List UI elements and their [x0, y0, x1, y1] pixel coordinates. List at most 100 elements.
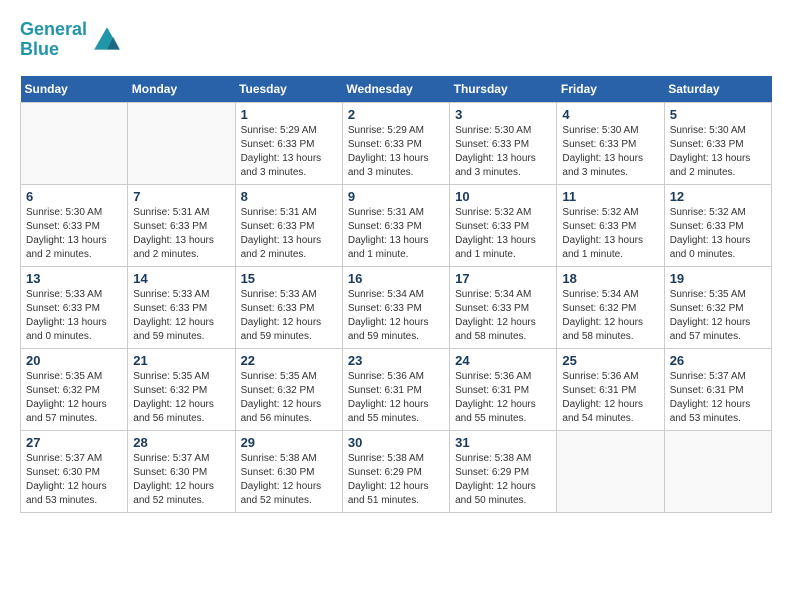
day-number: 6 — [26, 189, 122, 204]
calendar-cell — [21, 102, 128, 184]
calendar-cell: 29 Sunrise: 5:38 AMSunset: 6:30 PMDayligh… — [235, 430, 342, 512]
day-number: 17 — [455, 271, 551, 286]
weekday-row: SundayMondayTuesdayWednesdayThursdayFrid… — [21, 76, 772, 103]
day-number: 23 — [348, 353, 444, 368]
calendar-cell: 11 Sunrise: 5:32 AMSunset: 6:33 PMDayligh… — [557, 184, 664, 266]
day-info: Sunrise: 5:37 AMSunset: 6:30 PMDaylight:… — [133, 452, 229, 508]
day-number: 8 — [241, 189, 337, 204]
day-number: 7 — [133, 189, 229, 204]
calendar-body: 1 Sunrise: 5:29 AMSunset: 6:33 PMDaylight… — [21, 102, 772, 512]
day-info: Sunrise: 5:32 AMSunset: 6:33 PMDaylight:… — [562, 206, 658, 262]
day-number: 16 — [348, 271, 444, 286]
calendar-cell: 25Sunrise: 5:36 AMSunset: 6:31 PMDayligh… — [557, 348, 664, 430]
weekday-sunday: Sunday — [21, 76, 128, 103]
day-number: 11 — [562, 189, 658, 204]
weekday-wednesday: Wednesday — [342, 76, 449, 103]
weekday-tuesday: Tuesday — [235, 76, 342, 103]
calendar-cell — [664, 430, 771, 512]
logo-icon — [91, 24, 123, 56]
day-info: Sunrise: 5:37 AMSunset: 6:31 PMDaylight:… — [670, 370, 766, 426]
day-number: 24 — [455, 353, 551, 368]
day-number: 4 — [562, 107, 658, 122]
day-number: 1 — [241, 107, 337, 122]
day-number: 25 — [562, 353, 658, 368]
day-info: Sunrise: 5:30 AMSunset: 6:33 PMDaylight:… — [670, 124, 766, 180]
calendar-cell: 27Sunrise: 5:37 AMSunset: 6:30 PMDayligh… — [21, 430, 128, 512]
calendar-cell: 19Sunrise: 5:35 AMSunset: 6:32 PMDayligh… — [664, 266, 771, 348]
day-info: Sunrise: 5:31 AMSunset: 6:33 PMDaylight:… — [241, 206, 337, 262]
calendar-cell: 21 Sunrise: 5:35 AMSunset: 6:32 PMDayligh… — [128, 348, 235, 430]
page-header: General Blue — [20, 20, 772, 60]
day-info: Sunrise: 5:36 AMSunset: 6:31 PMDaylight:… — [455, 370, 551, 426]
calendar-cell: 31 Sunrise: 5:38 AMSunset: 6:29 PMDayligh… — [450, 430, 557, 512]
calendar-cell — [557, 430, 664, 512]
day-info: Sunrise: 5:30 AMSunset: 6:33 PMDaylight:… — [26, 206, 122, 262]
day-number: 15 — [241, 271, 337, 286]
calendar-cell: 4 Sunrise: 5:30 AMSunset: 6:33 PMDaylight… — [557, 102, 664, 184]
calendar-cell: 23Sunrise: 5:36 AMSunset: 6:31 PMDayligh… — [342, 348, 449, 430]
calendar-cell: 5 Sunrise: 5:30 AMSunset: 6:33 PMDaylight… — [664, 102, 771, 184]
calendar-cell: 20 Sunrise: 5:35 AMSunset: 6:32 PMDayligh… — [21, 348, 128, 430]
calendar-cell: 10 Sunrise: 5:32 AMSunset: 6:33 PMDayligh… — [450, 184, 557, 266]
day-info: Sunrise: 5:35 AMSunset: 6:32 PMDaylight:… — [670, 288, 766, 344]
calendar-cell: 17 Sunrise: 5:34 AMSunset: 6:33 PMDayligh… — [450, 266, 557, 348]
logo-text: General Blue — [20, 20, 87, 60]
calendar-cell: 2Sunrise: 5:29 AMSunset: 6:33 PMDaylight… — [342, 102, 449, 184]
logo-general: General — [20, 19, 87, 39]
calendar-table: SundayMondayTuesdayWednesdayThursdayFrid… — [20, 76, 772, 513]
day-info: Sunrise: 5:30 AMSunset: 6:33 PMDaylight:… — [562, 124, 658, 180]
day-number: 14 — [133, 271, 229, 286]
day-info: Sunrise: 5:38 AMSunset: 6:30 PMDaylight:… — [241, 452, 337, 508]
calendar-week-3: 20 Sunrise: 5:35 AMSunset: 6:32 PMDayligh… — [21, 348, 772, 430]
day-number: 30 — [348, 435, 444, 450]
calendar-week-2: 13 Sunrise: 5:33 AMSunset: 6:33 PMDayligh… — [21, 266, 772, 348]
calendar-header: SundayMondayTuesdayWednesdayThursdayFrid… — [21, 76, 772, 103]
day-info: Sunrise: 5:32 AMSunset: 6:33 PMDaylight:… — [455, 206, 551, 262]
calendar-cell — [128, 102, 235, 184]
calendar-cell: 30Sunrise: 5:38 AMSunset: 6:29 PMDayligh… — [342, 430, 449, 512]
calendar-cell: 26 Sunrise: 5:37 AMSunset: 6:31 PMDayligh… — [664, 348, 771, 430]
calendar-cell: 18 Sunrise: 5:34 AMSunset: 6:32 PMDayligh… — [557, 266, 664, 348]
day-number: 5 — [670, 107, 766, 122]
weekday-monday: Monday — [128, 76, 235, 103]
day-info: Sunrise: 5:34 AMSunset: 6:33 PMDaylight:… — [455, 288, 551, 344]
day-number: 13 — [26, 271, 122, 286]
calendar-cell: 22Sunrise: 5:35 AMSunset: 6:32 PMDayligh… — [235, 348, 342, 430]
day-info: Sunrise: 5:29 AMSunset: 6:33 PMDaylight:… — [241, 124, 337, 180]
calendar-cell: 1 Sunrise: 5:29 AMSunset: 6:33 PMDaylight… — [235, 102, 342, 184]
calendar-cell: 24 Sunrise: 5:36 AMSunset: 6:31 PMDayligh… — [450, 348, 557, 430]
day-info: Sunrise: 5:33 AMSunset: 6:33 PMDaylight:… — [26, 288, 122, 344]
calendar-cell: 8 Sunrise: 5:31 AMSunset: 6:33 PMDaylight… — [235, 184, 342, 266]
day-info: Sunrise: 5:31 AMSunset: 6:33 PMDaylight:… — [348, 206, 444, 262]
day-number: 29 — [241, 435, 337, 450]
day-number: 20 — [26, 353, 122, 368]
day-number: 27 — [26, 435, 122, 450]
day-info: Sunrise: 5:35 AMSunset: 6:32 PMDaylight:… — [133, 370, 229, 426]
day-info: Sunrise: 5:33 AMSunset: 6:33 PMDaylight:… — [241, 288, 337, 344]
day-info: Sunrise: 5:34 AMSunset: 6:32 PMDaylight:… — [562, 288, 658, 344]
day-number: 22 — [241, 353, 337, 368]
day-number: 3 — [455, 107, 551, 122]
day-number: 21 — [133, 353, 229, 368]
day-info: Sunrise: 5:31 AMSunset: 6:33 PMDaylight:… — [133, 206, 229, 262]
calendar-cell: 14Sunrise: 5:33 AMSunset: 6:33 PMDayligh… — [128, 266, 235, 348]
day-number: 26 — [670, 353, 766, 368]
calendar-cell: 3 Sunrise: 5:30 AMSunset: 6:33 PMDaylight… — [450, 102, 557, 184]
logo-blue: Blue — [20, 39, 59, 59]
day-info: Sunrise: 5:29 AMSunset: 6:33 PMDaylight:… — [348, 124, 444, 180]
calendar-week-4: 27 Sunrise: 5:37 AMSunset: 6:30 PMDayligh… — [21, 430, 772, 512]
day-number: 31 — [455, 435, 551, 450]
calendar-week-1: 6 Sunrise: 5:30 AMSunset: 6:33 PMDaylight… — [21, 184, 772, 266]
day-info: Sunrise: 5:35 AMSunset: 6:32 PMDaylight:… — [26, 370, 122, 426]
day-number: 12 — [670, 189, 766, 204]
day-number: 10 — [455, 189, 551, 204]
calendar-cell: 9Sunrise: 5:31 AMSunset: 6:33 PMDaylight… — [342, 184, 449, 266]
weekday-friday: Friday — [557, 76, 664, 103]
day-info: Sunrise: 5:30 AMSunset: 6:33 PMDaylight:… — [455, 124, 551, 180]
day-info: Sunrise: 5:38 AMSunset: 6:29 PMDaylight:… — [455, 452, 551, 508]
calendar-cell: 7 Sunrise: 5:31 AMSunset: 6:33 PMDaylight… — [128, 184, 235, 266]
calendar-cell: 13 Sunrise: 5:33 AMSunset: 6:33 PMDayligh… — [21, 266, 128, 348]
day-number: 18 — [562, 271, 658, 286]
day-number: 28 — [133, 435, 229, 450]
calendar-week-0: 1 Sunrise: 5:29 AMSunset: 6:33 PMDaylight… — [21, 102, 772, 184]
